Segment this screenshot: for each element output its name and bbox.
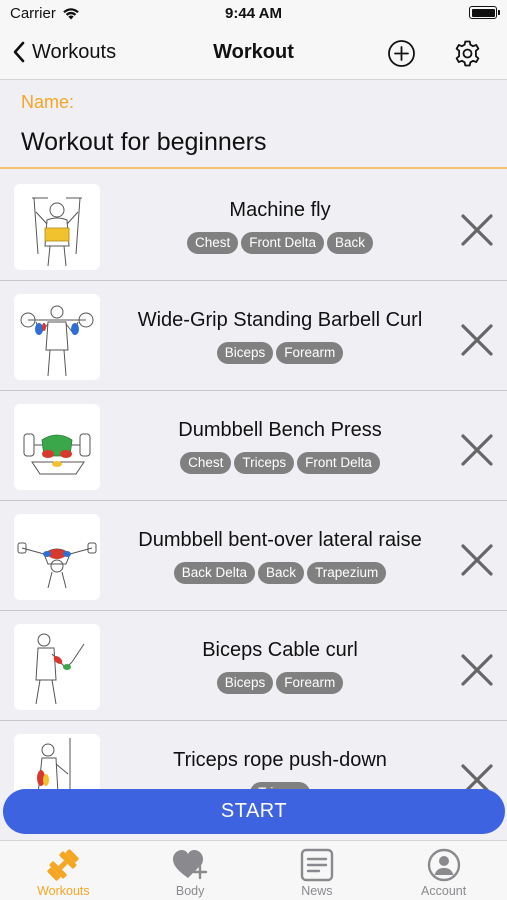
exercise-title: Wide-Grip Standing Barbell Curl bbox=[137, 309, 423, 331]
list-item[interactable]: Dumbbell Bench Press Chest Triceps Front… bbox=[0, 391, 507, 501]
close-icon[interactable] bbox=[459, 212, 495, 248]
muscle-tags: Chest Triceps Front Delta bbox=[112, 452, 448, 474]
muscle-tag: Triceps bbox=[234, 452, 295, 474]
exercise-thumbnail bbox=[14, 734, 100, 790]
muscle-tag: Trapezium bbox=[307, 562, 387, 584]
muscle-tag: Front Delta bbox=[297, 452, 380, 474]
account-icon bbox=[427, 848, 460, 882]
close-icon[interactable] bbox=[459, 542, 495, 578]
start-button[interactable]: START bbox=[3, 789, 505, 834]
muscle-tags: Biceps Forearm bbox=[112, 342, 448, 364]
muscle-tag: Chest bbox=[180, 452, 232, 474]
exercise-title: Dumbbell Bench Press bbox=[178, 419, 382, 441]
exercise-thumbnail bbox=[14, 514, 100, 600]
news-icon bbox=[300, 848, 334, 882]
tab-body[interactable]: Body bbox=[127, 841, 254, 900]
muscle-tag: Biceps bbox=[216, 342, 274, 364]
gear-icon[interactable] bbox=[453, 39, 482, 68]
muscle-tags: Biceps Forearm bbox=[112, 672, 448, 694]
battery-icon bbox=[469, 6, 500, 19]
tab-label: Body bbox=[175, 884, 205, 898]
tab-account[interactable]: Account bbox=[380, 841, 507, 900]
tab-label: Account bbox=[421, 884, 467, 898]
muscle-tag: Forearm bbox=[276, 342, 344, 364]
tab-bar: Workouts Body News Account bbox=[0, 840, 507, 900]
muscle-tag: Back bbox=[327, 232, 374, 254]
back-button[interactable]: Workouts bbox=[12, 40, 116, 64]
muscle-tag: Back Delta bbox=[173, 562, 255, 584]
exercise-title: Triceps rope push-down bbox=[173, 749, 387, 771]
list-item[interactable]: Dumbbell bent-over lateral raise Back De… bbox=[0, 501, 507, 611]
exercise-thumbnail bbox=[14, 624, 100, 710]
exercise-title: Biceps Cable curl bbox=[202, 639, 358, 661]
navigation-bar: Workouts Workout bbox=[0, 28, 507, 80]
status-bar: Carrier 9:44 AM bbox=[0, 0, 507, 28]
list-item[interactable]: Triceps rope push-down Triceps bbox=[0, 721, 507, 790]
tab-label: Workouts bbox=[37, 884, 90, 898]
exercise-title: Machine fly bbox=[229, 199, 331, 221]
list-item[interactable]: Wide-Grip Standing Barbell Curl Biceps F… bbox=[0, 281, 507, 391]
tab-news[interactable]: News bbox=[254, 841, 381, 900]
muscle-tag: Forearm bbox=[276, 672, 344, 694]
add-exercise-button[interactable] bbox=[387, 39, 416, 68]
muscle-tag: Biceps bbox=[216, 672, 274, 694]
exercise-title: Dumbbell bent-over lateral raise bbox=[138, 529, 422, 551]
heart-plus-icon bbox=[173, 850, 208, 880]
status-time: 9:44 AM bbox=[225, 5, 282, 22]
dumbbell-icon bbox=[47, 849, 80, 881]
exercise-list[interactable]: Machine fly Chest Front Delta Back Wide-… bbox=[0, 171, 507, 790]
muscle-tags: Chest Front Delta Back bbox=[112, 232, 448, 254]
muscle-tag: Back bbox=[257, 562, 304, 584]
muscle-tags: Back Delta Back Trapezium bbox=[112, 562, 448, 584]
chevron-left-icon bbox=[13, 41, 25, 63]
muscle-tag: Front Delta bbox=[241, 232, 325, 254]
muscle-tag: Chest bbox=[186, 232, 239, 254]
workout-name-field[interactable]: Workout for beginners bbox=[21, 128, 267, 157]
exercise-thumbnail bbox=[14, 404, 100, 490]
tab-label: News bbox=[301, 884, 333, 898]
workout-name-section: Name: Workout for beginners bbox=[0, 80, 507, 169]
name-label: Name: bbox=[21, 92, 75, 112]
list-item[interactable]: Machine fly Chest Front Delta Back bbox=[0, 171, 507, 281]
close-icon[interactable] bbox=[459, 432, 495, 468]
list-item[interactable]: Biceps Cable curl Biceps Forearm bbox=[0, 611, 507, 721]
close-icon[interactable] bbox=[459, 322, 495, 358]
exercise-thumbnail bbox=[14, 184, 100, 270]
close-icon[interactable] bbox=[459, 762, 495, 790]
close-icon[interactable] bbox=[459, 652, 495, 688]
exercise-thumbnail bbox=[14, 294, 100, 380]
tab-workouts[interactable]: Workouts bbox=[0, 841, 127, 900]
back-button-label: Workouts bbox=[32, 40, 117, 63]
